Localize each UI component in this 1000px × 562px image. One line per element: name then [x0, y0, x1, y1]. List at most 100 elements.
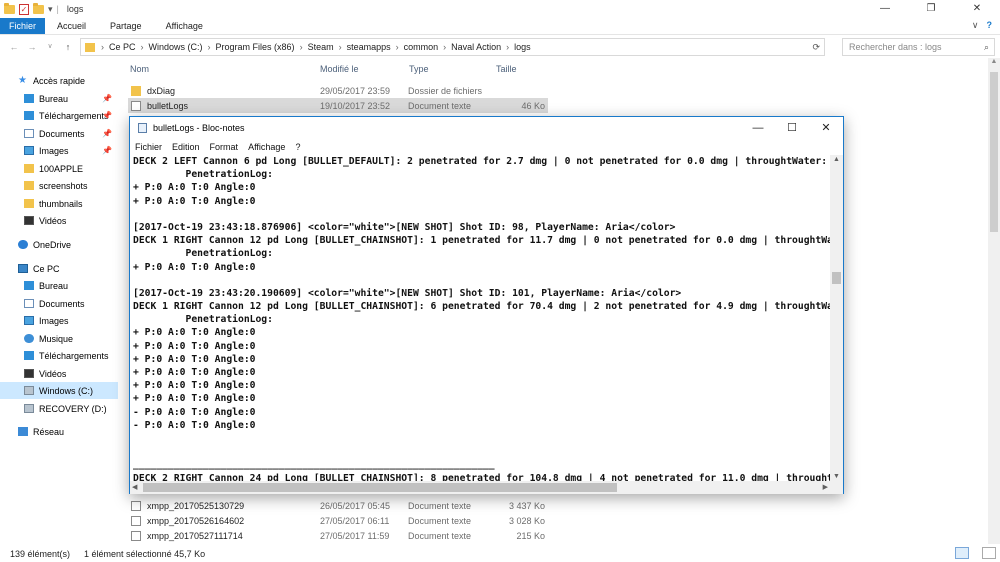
text-line: + P:0 A:0 T:0 Angle:0	[133, 261, 256, 273]
column-header-size[interactable]: Taille	[496, 64, 517, 78]
item-count: 139 élément(s)	[10, 549, 71, 559]
file-date: 19/10/2017 23:52	[320, 100, 391, 111]
text-line: + P:0 A:0 T:0 Angle:0	[133, 195, 256, 207]
refresh-icon[interactable]: ⟳	[812, 42, 820, 53]
breadcrumb[interactable]: steamapps	[344, 42, 394, 52]
sidebar-item-desktop[interactable]: Bureau 📌	[0, 90, 118, 107]
ribbon: Fichier Accueil Partage Affichage ∨ ?	[0, 18, 1000, 35]
help-icon[interactable]: ?	[987, 20, 993, 31]
sidebar-item-100apple[interactable]: 100APPLE	[0, 160, 118, 177]
breadcrumb[interactable]: Windows (C:)	[146, 42, 206, 52]
folder-icon	[85, 42, 95, 52]
scroll-left-icon[interactable]: ◀	[132, 481, 137, 494]
folder-icon	[24, 199, 34, 208]
sidebar-item-music[interactable]: Musique	[0, 330, 118, 347]
menu-edit[interactable]: Edition	[167, 142, 205, 152]
tab-share[interactable]: Partage	[98, 18, 154, 34]
sidebar-item-images[interactable]: Images 📌	[0, 142, 118, 159]
notepad-text-area[interactable]: DECK 2 LEFT Cannon 6 pd Long [BULLET_DEF…	[130, 155, 830, 483]
documents-icon	[24, 299, 34, 308]
scroll-up-icon[interactable]: ▲	[830, 156, 843, 163]
explorer-scrollbar[interactable]: ▲	[988, 58, 1000, 544]
sidebar-item-thumbnails[interactable]: thumbnails	[0, 195, 118, 212]
tab-file[interactable]: Fichier	[0, 18, 46, 34]
details-view-icon[interactable]	[955, 547, 969, 559]
new-folder-icon[interactable]	[33, 2, 44, 14]
scroll-up-icon[interactable]: ▲	[988, 58, 1000, 65]
breadcrumb[interactable]: Ce PC	[106, 42, 139, 52]
cloud-icon	[18, 240, 28, 249]
sidebar-item-label: screenshots	[39, 180, 88, 191]
sidebar-item-pc-videos[interactable]: Vidéos	[0, 365, 118, 382]
minimize-button[interactable]: —	[862, 0, 908, 18]
menu-help[interactable]: ?	[290, 142, 305, 152]
scrollbar-thumb[interactable]	[990, 72, 998, 232]
quick-access-dropdown-icon[interactable]: ▾	[48, 4, 53, 15]
column-header-name[interactable]: Nom	[130, 64, 149, 78]
breadcrumb[interactable]: Steam	[305, 42, 337, 52]
notepad-horizontal-scrollbar[interactable]: ◀ ▶	[130, 481, 830, 494]
sidebar-item-network[interactable]: Réseau	[0, 423, 118, 440]
sidebar-item-videos[interactable]: Vidéos	[0, 212, 118, 229]
notepad-window: bulletLogs - Bloc-notes — ☐ ✕ Fichier Ed…	[129, 116, 844, 494]
up-icon[interactable]: ↑	[62, 42, 74, 52]
tab-view[interactable]: Affichage	[154, 18, 215, 34]
large-icons-view-icon[interactable]	[982, 547, 996, 559]
sidebar-item-documents[interactable]: Documents 📌	[0, 125, 118, 142]
list-item[interactable]: xmpp_20170525130729 26/05/2017 05:45 Doc…	[128, 498, 548, 513]
properties-icon[interactable]: ✓	[19, 3, 29, 15]
notepad-close-button[interactable]: ✕	[809, 117, 843, 139]
sidebar-item-drive-d[interactable]: RECOVERY (D:)	[0, 400, 118, 417]
sidebar-item-pc-images[interactable]: Images	[0, 312, 118, 329]
scrollbar-thumb[interactable]	[143, 483, 617, 492]
sidebar-item-onedrive[interactable]: OneDrive	[0, 236, 118, 253]
file-size: 3 437 Ko	[508, 500, 545, 511]
text-line: PenetrationLog:	[133, 169, 273, 181]
notepad-vertical-scrollbar[interactable]: ▲ ▼	[830, 155, 843, 481]
notepad-titlebar[interactable]: bulletLogs - Bloc-notes — ☐ ✕	[130, 117, 843, 139]
breadcrumb[interactable]: common	[401, 42, 442, 52]
list-item-selected[interactable]: bulletLogs 19/10/2017 23:52 Document tex…	[128, 98, 548, 113]
scroll-down-icon[interactable]: ▼	[830, 473, 843, 480]
close-button[interactable]: ✕	[954, 0, 1000, 18]
sidebar-item-quick-access[interactable]: ★ Accès rapide	[0, 72, 118, 89]
address-bar[interactable]: › Ce PC › Windows (C:) › Program Files (x8…	[80, 38, 825, 56]
scrollbar-thumb[interactable]	[832, 272, 841, 284]
sidebar-item-drive-c[interactable]: Windows (C:)	[0, 382, 118, 399]
sidebar-item-this-pc[interactable]: Ce PC	[0, 260, 118, 277]
list-item[interactable]: xmpp_20170526164602 27/05/2017 06:11 Doc…	[128, 513, 548, 528]
resize-grip[interactable]	[830, 481, 843, 494]
forward-icon[interactable]: →	[26, 42, 38, 52]
sidebar-item-label: Documents	[39, 128, 85, 139]
sidebar-item-pc-downloads[interactable]: Téléchargements	[0, 347, 118, 364]
sidebar-item-pc-desktop[interactable]: Bureau	[0, 277, 118, 294]
notepad-maximize-button[interactable]: ☐	[775, 117, 809, 139]
sidebar-item-label: 100APPLE	[39, 163, 84, 174]
menu-format[interactable]: Format	[205, 142, 244, 152]
tab-home[interactable]: Accueil	[45, 18, 98, 34]
sidebar-item-downloads[interactable]: Téléchargements 📌	[0, 107, 118, 124]
breadcrumb[interactable]: Naval Action	[448, 42, 504, 52]
notepad-minimize-button[interactable]: —	[741, 117, 775, 139]
expand-ribbon-icon[interactable]: ∨	[972, 20, 979, 31]
back-icon[interactable]: ←	[8, 42, 20, 52]
breadcrumb[interactable]: logs	[511, 42, 534, 52]
search-input[interactable]: Rechercher dans : logs ⌕	[842, 38, 995, 56]
sidebar-item-label: thumbnails	[39, 198, 83, 209]
breadcrumb[interactable]: Program Files (x86)	[213, 42, 298, 52]
recent-locations-icon[interactable]: ∨	[44, 42, 56, 52]
videos-icon	[24, 369, 34, 378]
column-header-type[interactable]: Type	[409, 64, 429, 78]
list-item[interactable]: dxDiag 29/05/2017 23:59 Dossier de fichi…	[128, 83, 548, 98]
file-date: 29/05/2017 23:59	[320, 85, 391, 96]
scroll-right-icon[interactable]: ▶	[823, 481, 828, 494]
maximize-button[interactable]: ❐	[908, 0, 954, 18]
sidebar-item-pc-documents[interactable]: Documents	[0, 295, 118, 312]
menu-view[interactable]: Affichage	[243, 142, 290, 152]
list-item[interactable]: xmpp_20170527111714 27/05/2017 11:59 Doc…	[128, 528, 548, 543]
file-name: xmpp_20170525130729	[147, 500, 245, 511]
sidebar-item-screenshots[interactable]: screenshots	[0, 177, 118, 194]
column-header-modified[interactable]: Modifié le	[320, 64, 359, 78]
menu-file[interactable]: Fichier	[130, 142, 167, 152]
images-icon	[24, 316, 34, 325]
